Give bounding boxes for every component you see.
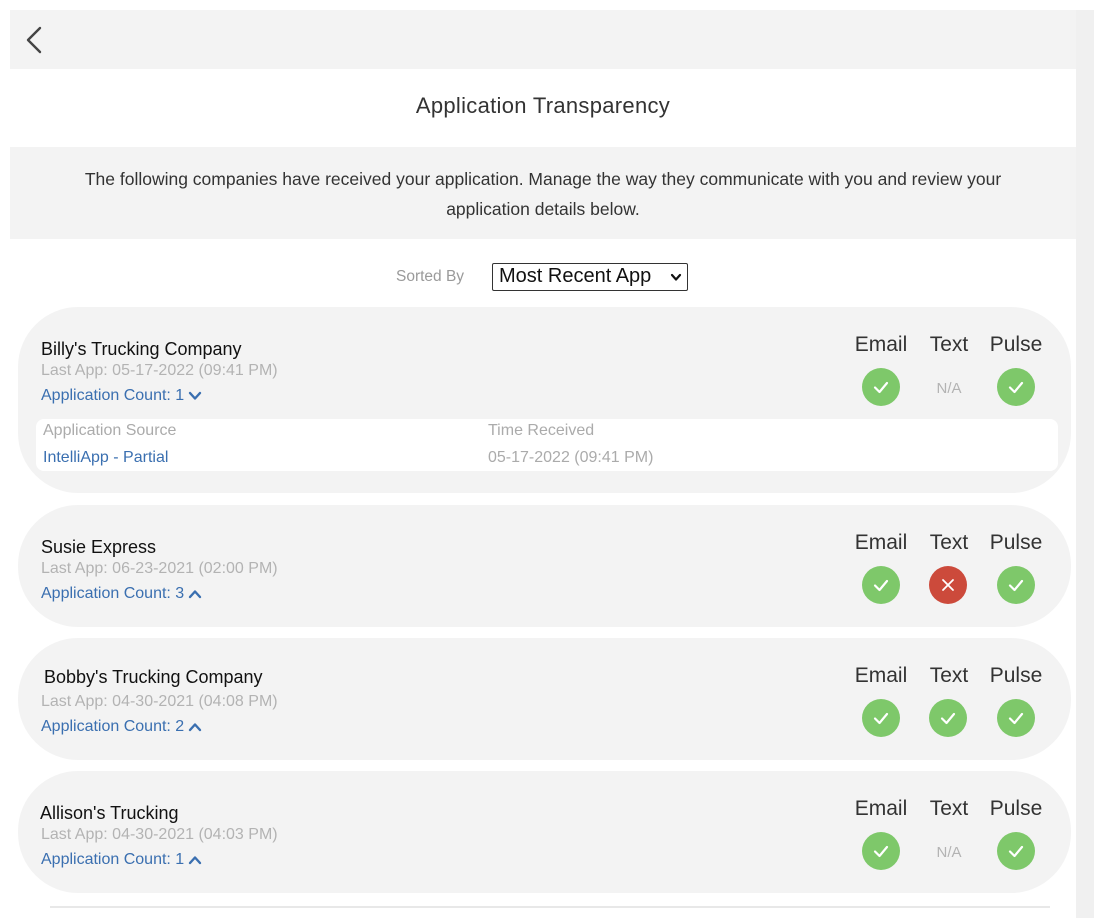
company-name: Bobby's Trucking Company [44, 667, 263, 687]
email-toggle[interactable] [862, 832, 900, 870]
scroll-gutter [1076, 10, 1094, 918]
sort-row: Sorted By Most Recent App [10, 262, 1076, 292]
description-text: The following companies have received yo… [84, 169, 1002, 219]
page-title: Application Transparency [415, 93, 671, 118]
check-icon [873, 712, 889, 725]
chevron-down-icon [189, 391, 202, 400]
application-count-toggle[interactable]: Application Count: 1 [41, 387, 202, 405]
application-source-label: Application Source [43, 422, 177, 439]
sort-label: Sorted By [396, 268, 465, 285]
text-na-label: N/A [936, 380, 962, 397]
company-card: Allison's Trucking Last App: 04-30-2021 … [18, 771, 1071, 893]
back-button[interactable] [22, 24, 48, 56]
pulse-toggle[interactable] [997, 699, 1035, 737]
email-toggle[interactable] [862, 699, 900, 737]
company-name: Susie Express [41, 537, 157, 557]
application-count-toggle[interactable]: Application Count: 1 [41, 851, 202, 869]
pulse-column-header: Pulse [989, 333, 1043, 356]
last-app-text: Last App: 04-30-2021 (04:03 PM) [41, 826, 278, 843]
pulse-column-header: Pulse [989, 664, 1043, 687]
text-toggle[interactable] [929, 699, 967, 737]
email-column-header: Email [854, 333, 908, 356]
pulse-column-header: Pulse [989, 531, 1043, 554]
pulse-toggle[interactable] [997, 566, 1035, 604]
check-icon [873, 579, 889, 592]
application-count-label: Application Count: 2 [41, 718, 185, 735]
time-received-label: Time Received [488, 422, 595, 439]
application-count-toggle[interactable]: Application Count: 3 [41, 585, 202, 603]
chevron-left-icon [26, 26, 42, 54]
text-column-header: Text [929, 531, 969, 554]
title-area: Application Transparency [10, 69, 1076, 147]
last-app-text: Last App: 04-30-2021 (04:08 PM) [41, 693, 278, 710]
description-banner: The following companies have received yo… [10, 147, 1076, 239]
pulse-toggle[interactable] [997, 832, 1035, 870]
last-app-text: Last App: 06-23-2021 (02:00 PM) [41, 560, 278, 577]
next-card-edge [50, 906, 1050, 908]
email-column-header: Email [854, 531, 908, 554]
check-icon [873, 845, 889, 858]
text-column-header: Text [929, 664, 969, 687]
check-icon [1008, 579, 1024, 592]
application-source-link[interactable]: IntelliApp - Partial [43, 449, 168, 467]
application-count-label: Application Count: 1 [41, 851, 185, 868]
chevron-down-icon [670, 273, 682, 281]
company-name: Billy's Trucking Company [41, 339, 242, 359]
application-count-label: Application Count: 1 [41, 387, 185, 404]
company-card: Billy's Trucking Company Last App: 05-17… [18, 307, 1071, 493]
check-icon [873, 381, 889, 394]
chevron-up-icon [189, 856, 202, 865]
pulse-toggle[interactable] [997, 368, 1035, 406]
check-icon [940, 712, 956, 725]
pulse-column-header: Pulse [989, 797, 1043, 820]
email-toggle[interactable] [862, 368, 900, 406]
x-icon [942, 579, 954, 591]
sort-select[interactable]: Most Recent App [492, 263, 688, 291]
check-icon [1008, 712, 1024, 725]
top-nav-bar [10, 10, 1076, 69]
last-app-text: Last App: 05-17-2022 (09:41 PM) [41, 362, 278, 379]
company-name: Allison's Trucking [40, 803, 179, 823]
sort-selected-value: Most Recent App [499, 265, 652, 287]
email-column-header: Email [854, 797, 908, 820]
company-card: Bobby's Trucking Company Last App: 04-30… [18, 638, 1071, 760]
chevron-up-icon [189, 723, 202, 732]
application-detail-panel: Application Source IntelliApp - Partial … [36, 419, 1058, 471]
text-column-header: Text [929, 797, 969, 820]
text-column-header: Text [929, 333, 969, 356]
text-na-label: N/A [936, 844, 962, 861]
company-card: Susie Express Last App: 06-23-2021 (02:0… [18, 505, 1071, 627]
app-frame: Application Transparency The following c… [10, 10, 1076, 918]
time-received-value: 05-17-2022 (09:41 PM) [488, 449, 654, 466]
application-count-toggle[interactable]: Application Count: 2 [41, 718, 202, 736]
email-column-header: Email [854, 664, 908, 687]
text-toggle[interactable] [929, 566, 967, 604]
check-icon [1008, 845, 1024, 858]
check-icon [1008, 381, 1024, 394]
chevron-up-icon [189, 590, 202, 599]
application-count-label: Application Count: 3 [41, 585, 185, 602]
email-toggle[interactable] [862, 566, 900, 604]
